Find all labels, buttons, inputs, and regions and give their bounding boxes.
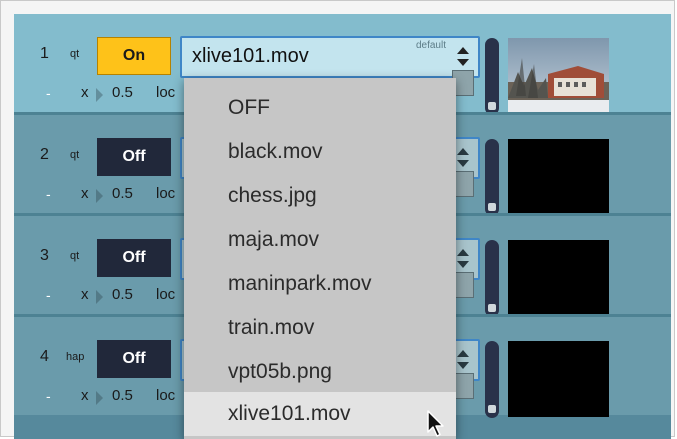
- value-arrow-icon: [96, 189, 103, 203]
- stepper-arrows-icon[interactable]: [457, 247, 469, 271]
- value-arrow-icon: [96, 290, 103, 304]
- on-off-toggle[interactable]: Off: [97, 138, 171, 176]
- row-type: qt: [70, 250, 80, 262]
- menu-item-chess[interactable]: chess.jpg: [184, 174, 456, 218]
- value-arrow-icon: [96, 391, 103, 405]
- speed-value[interactable]: 0.5: [112, 387, 133, 404]
- preview-thumbnail: [508, 38, 609, 114]
- file-select[interactable]: xlive101.mov default: [180, 36, 480, 78]
- row-type: qt: [70, 149, 80, 161]
- menu-item-vpt05b[interactable]: vpt05b.png: [184, 350, 456, 394]
- on-off-toggle[interactable]: Off: [97, 340, 171, 378]
- x-label: x: [81, 286, 89, 303]
- opacity-slider[interactable]: [485, 341, 499, 418]
- row-index: 1: [40, 45, 49, 62]
- on-off-toggle[interactable]: On: [97, 37, 171, 75]
- opacity-slider[interactable]: [485, 38, 499, 115]
- opacity-slider[interactable]: [485, 139, 499, 216]
- amount-prefix: -: [46, 388, 51, 404]
- row-type: hap: [66, 351, 85, 363]
- value-arrow-icon: [96, 88, 103, 102]
- preview-thumbnail: [508, 139, 609, 215]
- row-index: 3: [40, 247, 49, 264]
- mouse-pointer-icon: [427, 410, 444, 437]
- file-dropdown-menu: OFF black.mov chess.jpg maja.mov maninpa…: [184, 78, 456, 439]
- loc-label: loc: [156, 387, 176, 404]
- amount-prefix: -: [46, 186, 51, 202]
- preview-thumbnail: [508, 341, 609, 417]
- loc-label: loc: [156, 286, 176, 303]
- x-label: x: [81, 185, 89, 202]
- preview-thumbnail: [508, 240, 609, 316]
- row-index: 2: [40, 146, 49, 163]
- on-off-toggle[interactable]: Off: [97, 239, 171, 277]
- speed-value[interactable]: 0.5: [112, 286, 133, 303]
- loc-label: loc: [156, 84, 176, 101]
- speed-value[interactable]: 0.5: [112, 185, 133, 202]
- amount-prefix: -: [46, 287, 51, 303]
- menu-item-train[interactable]: train.mov: [184, 306, 456, 350]
- stepper-arrows-icon[interactable]: [457, 146, 469, 170]
- stepper-arrows-icon[interactable]: [457, 348, 469, 372]
- menu-item-maninpark[interactable]: maninpark.mov: [184, 262, 456, 306]
- menu-item-maja[interactable]: maja.mov: [184, 218, 456, 262]
- default-label: default: [415, 40, 446, 51]
- opacity-slider[interactable]: [485, 240, 499, 317]
- loc-label: loc: [156, 185, 176, 202]
- x-label: x: [81, 387, 89, 404]
- menu-item-xlive101[interactable]: xlive101.mov: [184, 392, 456, 436]
- amount-prefix: -: [46, 85, 51, 101]
- row-type: qt: [70, 48, 80, 60]
- menu-item-black[interactable]: black.mov: [184, 130, 456, 174]
- stepper-arrows-icon[interactable]: [457, 45, 469, 69]
- row-index: 4: [40, 348, 49, 365]
- x-label: x: [81, 84, 89, 101]
- file-select-value: xlive101.mov: [192, 45, 309, 67]
- menu-item-off[interactable]: OFF: [184, 86, 456, 130]
- speed-value[interactable]: 0.5: [112, 84, 133, 101]
